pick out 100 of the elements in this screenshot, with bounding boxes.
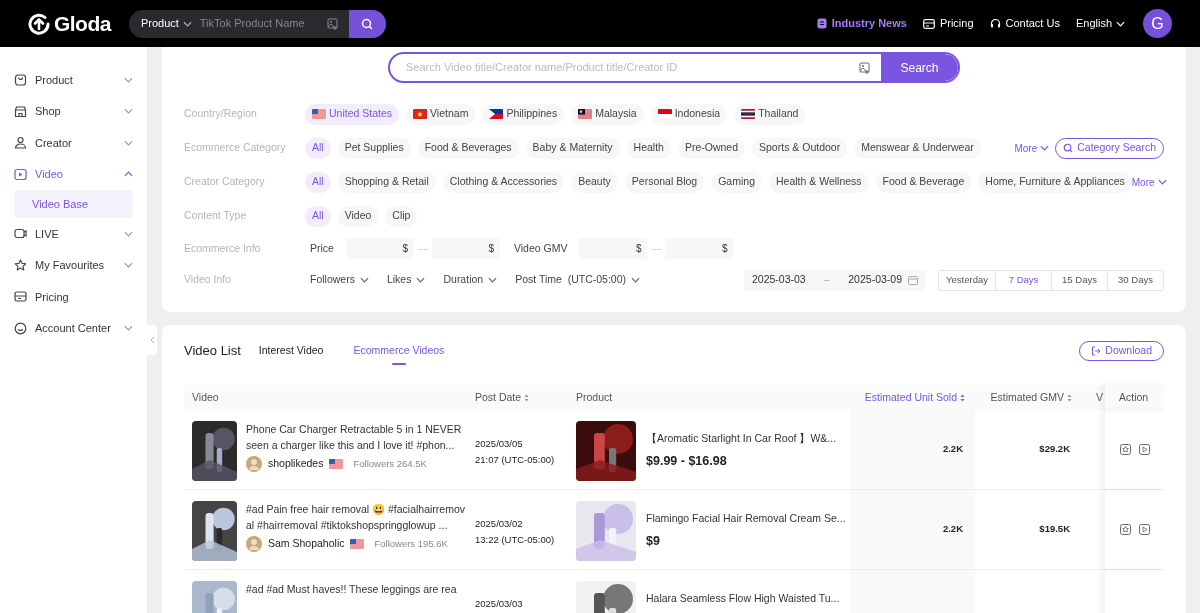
bag-icon bbox=[14, 73, 27, 87]
filter-chip[interactable]: Beauty bbox=[571, 171, 618, 193]
export-icon bbox=[1091, 346, 1102, 356]
filter-label: Country/Region bbox=[184, 106, 258, 122]
range-input[interactable]: $ bbox=[345, 238, 414, 259]
creator-name[interactable]: shoplikedes bbox=[268, 456, 324, 472]
column-header[interactable]: Estimated GMV bbox=[975, 385, 1090, 410]
nav-link[interactable]: Contact Us bbox=[989, 15, 1060, 32]
filter-chip[interactable]: Personal Blog bbox=[624, 171, 705, 193]
filter-chip[interactable]: Indonesia bbox=[650, 103, 728, 125]
user-avatar[interactable]: G bbox=[1143, 9, 1172, 38]
avatar-icon bbox=[246, 536, 262, 552]
sidebar-item[interactable]: Creator bbox=[14, 127, 133, 159]
favourite-icon[interactable] bbox=[1120, 444, 1131, 455]
product-title[interactable]: Halara Seamless Flow High Waisted Tu... bbox=[646, 591, 840, 607]
filter-label: Creator Category bbox=[184, 174, 266, 190]
play-icon[interactable] bbox=[1139, 524, 1150, 535]
filter-chip[interactable]: Pet Supplies bbox=[337, 137, 411, 159]
store-icon bbox=[14, 104, 27, 118]
sidebar-item[interactable]: Product bbox=[14, 64, 133, 96]
date-range-field[interactable]: 2025-03-03 – 2025-03-09 bbox=[744, 269, 926, 291]
column-header[interactable]: Estimated Unit Sold bbox=[850, 385, 975, 410]
sidebar-item[interactable]: Account Center bbox=[14, 312, 133, 344]
filter-chip[interactable]: United States bbox=[305, 103, 400, 125]
sidebar-item[interactable]: My Favourites bbox=[14, 249, 133, 281]
filter-label: Ecommerce Category bbox=[184, 140, 287, 156]
filter-chip[interactable]: Food & Beverage bbox=[875, 171, 972, 193]
search-input[interactable]: TikTok Product Name bbox=[199, 15, 317, 32]
sidebar-item[interactable]: LIVE bbox=[14, 218, 133, 250]
filter-chip[interactable]: Clip bbox=[385, 205, 418, 227]
filter-chip[interactable]: Video bbox=[337, 205, 379, 227]
video-search-field[interactable]: Search Video title/Creator name/Product title/Creator ID Search bbox=[388, 52, 960, 83]
date-preset[interactable]: 15 Days bbox=[1051, 270, 1107, 290]
filter-dropdown[interactable]: Likes bbox=[386, 272, 426, 288]
nav-link[interactable]: Industry News bbox=[816, 15, 907, 32]
more-button[interactable]: More bbox=[1131, 174, 1167, 190]
product-title[interactable]: 【Aromatic Starlight In Car Roof 】W&... bbox=[646, 431, 837, 447]
sidebar-item[interactable]: Video bbox=[14, 158, 133, 190]
document-icon bbox=[816, 18, 827, 29]
range-separator: — bbox=[650, 242, 663, 256]
date-start: 2025-03-03 bbox=[752, 272, 806, 288]
filter-chip[interactable]: Health bbox=[626, 137, 671, 159]
sort-icon bbox=[1067, 393, 1072, 402]
filter-chip[interactable]: Baby & Maternity bbox=[525, 137, 620, 159]
sort-icon bbox=[524, 393, 530, 402]
filter-chip[interactable]: Vietnam bbox=[406, 103, 476, 125]
creator-name[interactable]: Sam Shopaholic bbox=[268, 536, 345, 552]
avatar-icon bbox=[246, 456, 262, 472]
follower-count: Followers 264.5K bbox=[353, 456, 427, 471]
header-search[interactable]: Product TikTok Product Name bbox=[128, 9, 386, 38]
range-label: Video GMV bbox=[513, 240, 568, 256]
date-preset[interactable]: 7 Days bbox=[995, 270, 1051, 290]
chevron-icon bbox=[124, 262, 133, 269]
logo-icon bbox=[28, 12, 50, 35]
filter-chip[interactable]: Thailand bbox=[734, 103, 806, 125]
flag-icon bbox=[413, 109, 428, 119]
filter-chip[interactable]: Pre-Owned bbox=[677, 137, 746, 159]
filter-chip[interactable]: Shopping & Retail bbox=[337, 171, 436, 193]
column-header: V bbox=[1095, 389, 1104, 405]
filter-chip[interactable]: Health & Wellness bbox=[768, 171, 869, 193]
collapse-handle[interactable] bbox=[147, 325, 157, 355]
more-button[interactable]: More bbox=[1014, 140, 1050, 156]
scope-dropdown[interactable]: Product bbox=[128, 15, 200, 32]
filter-chip[interactable]: Malaysia bbox=[571, 103, 644, 125]
sidebar-item[interactable]: Pricing bbox=[14, 281, 133, 313]
sidebar-item[interactable]: Shop bbox=[14, 95, 133, 127]
filter-chip[interactable]: Home, Furniture & Appliances bbox=[978, 171, 1132, 193]
favourite-icon[interactable] bbox=[1120, 524, 1131, 535]
sidebar-subitem[interactable]: Video Base bbox=[14, 190, 133, 218]
video-title[interactable]: Phone Car Charger Retractable 5 in 1 NEVER seen a charger like this and I love it! #phon... bbox=[246, 421, 466, 453]
video-title[interactable]: #ad #ad Must haves!! These leggings are rea bbox=[246, 581, 466, 597]
filter-chip[interactable]: Gaming bbox=[711, 171, 762, 193]
filter-chip[interactable]: Menswear & Underwear bbox=[854, 137, 981, 159]
language-dropdown[interactable]: English bbox=[1075, 15, 1125, 32]
play-icon[interactable] bbox=[1139, 444, 1150, 455]
filter-chip[interactable]: Philippines bbox=[482, 103, 565, 125]
range-input[interactable]: $ bbox=[665, 238, 734, 259]
filter-dropdown[interactable]: Duration bbox=[443, 272, 498, 288]
nav-link[interactable]: Pricing bbox=[922, 15, 974, 32]
filter-chip[interactable]: All bbox=[305, 137, 331, 159]
post-date: 2025/03/03 bbox=[475, 597, 524, 611]
product-title[interactable]: Flamingo Facial Hair Removal Cream Se... bbox=[646, 511, 846, 527]
filter-dropdown[interactable]: Post Time (UTC-05:00) bbox=[515, 272, 641, 288]
filter-chip[interactable]: Sports & Outdoor bbox=[752, 137, 848, 159]
column-header[interactable]: Post Date bbox=[470, 385, 570, 410]
filter-chip[interactable]: Clothing & Accessories bbox=[442, 171, 565, 193]
filter-chip[interactable]: Food & Beverages bbox=[417, 137, 519, 159]
search-button[interactable] bbox=[348, 9, 386, 38]
filter-dropdown[interactable]: Followers bbox=[310, 272, 369, 288]
person-icon bbox=[14, 136, 27, 150]
filter-chip[interactable]: All bbox=[305, 171, 331, 193]
range-input[interactable]: $ bbox=[431, 238, 500, 259]
search-button[interactable]: Search bbox=[881, 54, 958, 81]
headset-icon bbox=[989, 18, 1001, 29]
date-preset[interactable]: Yesterday bbox=[939, 270, 995, 290]
filter-chip[interactable]: All bbox=[305, 205, 331, 227]
range-input[interactable]: $ bbox=[579, 238, 648, 259]
date-preset[interactable]: 30 Days bbox=[1107, 270, 1163, 290]
list-tab[interactable]: Interest Video bbox=[258, 341, 324, 361]
video-title[interactable]: #ad Pain free hair removal 😃 #facialhairremoval #hairremoval #tiktokshopspringglowup ... bbox=[246, 501, 466, 533]
